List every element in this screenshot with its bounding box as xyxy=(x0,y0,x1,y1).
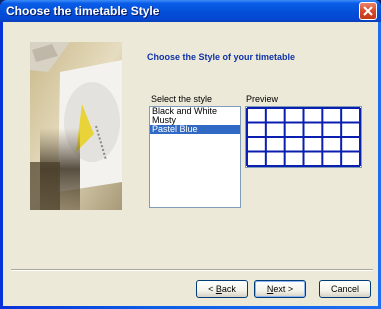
timetable-illustration xyxy=(30,42,122,210)
style-listbox[interactable]: Black and White Musty Pastel Blue xyxy=(149,106,241,208)
next-button[interactable]: Next > xyxy=(254,280,306,298)
preview-label: Preview xyxy=(246,94,279,104)
title-bar[interactable]: Choose the timetable Style xyxy=(0,0,381,22)
dialog-body: Choose the Style of your timetable Selec… xyxy=(3,22,378,306)
footer-separator xyxy=(11,269,373,271)
select-style-label: Select the style xyxy=(151,94,213,104)
style-preview xyxy=(245,106,362,168)
wizard-window: Choose the timetable Style Choose the St… xyxy=(0,0,381,309)
close-button[interactable] xyxy=(359,2,377,20)
back-button[interactable]: < Back xyxy=(196,280,248,298)
window-title: Choose the timetable Style xyxy=(6,4,160,18)
close-icon xyxy=(363,6,373,16)
style-option-pastel-blue[interactable]: Pastel Blue xyxy=(150,125,240,134)
page-heading: Choose the Style of your timetable xyxy=(147,52,296,62)
cancel-button[interactable]: Cancel xyxy=(319,280,371,298)
preview-grid xyxy=(246,107,361,167)
